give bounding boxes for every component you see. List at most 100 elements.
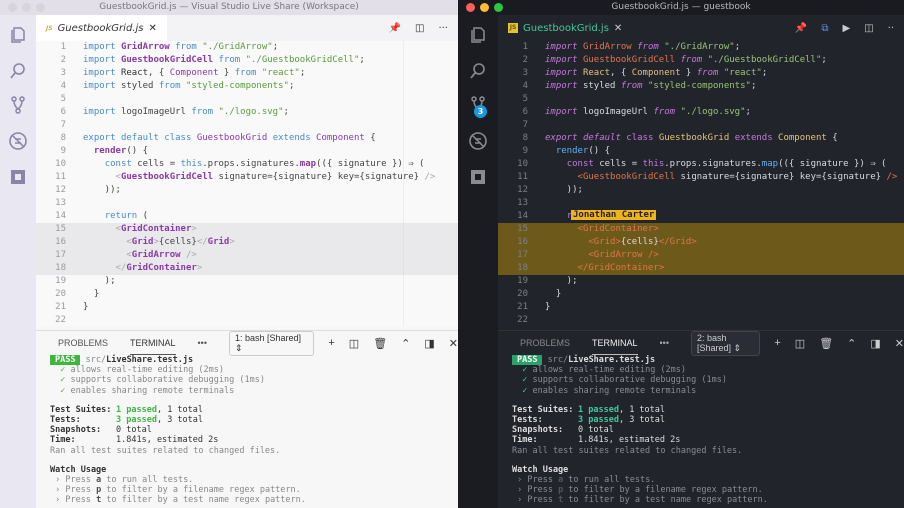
files-icon[interactable] [8,25,28,45]
code-line[interactable]: 9 render() { [498,145,904,158]
code-line[interactable]: 1 import GridArrow from "./GridArrow"; [498,41,904,54]
split-editor-icon[interactable]: ◫ [864,23,873,34]
code-line[interactable]: 16 <Grid>{cells}</Grid> [36,236,458,249]
trash-icon[interactable]: 🗑 [819,337,833,350]
code-line[interactable]: 10 const cells = this.props.signatures.m… [498,158,904,171]
code-line[interactable]: 7 [36,119,458,132]
plus-icon[interactable]: + [328,337,334,350]
code-line[interactable]: 5 [36,93,458,106]
close-tab-icon[interactable]: ✕ [148,23,156,34]
minimize-window-button[interactable] [22,3,31,12]
code-line[interactable]: 1 import GridArrow from "./GridArrow"; [36,41,458,54]
maximize-panel-icon[interactable]: ⌃ [847,337,856,350]
tab-terminal[interactable]: TERMINAL [130,331,176,355]
code-line[interactable]: 5 [498,93,904,106]
debug-icon[interactable] [8,131,28,151]
code-line[interactable]: 20 } [498,288,904,301]
code-line[interactable]: 3 import React, { Component } from "react… [498,67,904,80]
code-line[interactable]: 2 import GuestbookGridCell from "./Guestb… [36,54,458,67]
search-icon[interactable] [8,61,28,81]
code-line[interactable]: 20 } [36,288,458,301]
code-line[interactable]: 2 import GuestbookGridCell from "./Guestb… [498,54,904,67]
code-line[interactable]: 3 import React, { Component } from "react… [36,67,458,80]
tab-problems[interactable]: PROBLEMS [520,331,570,355]
code-line[interactable]: 4 import styled from "styled-components"; [498,80,904,93]
terminal-select[interactable]: 1: bash [Shared] ⇕ [228,330,315,356]
code-line[interactable]: 14 return ( [498,210,904,223]
panel-toggle-icon[interactable]: ◨ [870,337,880,350]
close-window-button[interactable] [466,3,475,12]
close-window-button[interactable] [8,3,17,12]
code-line[interactable]: 22 [498,314,904,326]
pin-icon[interactable]: 📌 [389,23,401,34]
code-line[interactable]: 7 [498,119,904,132]
code-line[interactable]: 6 import logoImageUrl from "./logo.svg"; [498,106,904,119]
more-icon[interactable]: ··· [438,23,448,34]
code-line[interactable]: 21} [36,301,458,314]
terminal-output[interactable]: PASS src/LiveShare.test.js ✓ allows real… [498,355,904,506]
tab-terminal[interactable]: TERMINAL [592,331,638,355]
split-terminal-icon[interactable]: ◫ [349,337,359,350]
code-line[interactable]: 8 export default class GuestbookGrid exte… [36,132,458,145]
code-line[interactable]: 12 )); [498,184,904,197]
line-number: 20 [55,289,66,299]
code-line[interactable]: 18 </GridContainer> [498,262,904,275]
code-line[interactable]: 11 <GuestbookGridCell signature={signatu… [498,171,904,184]
code-line[interactable]: 12 )); [36,184,458,197]
close-tab-icon[interactable]: ✕ [614,23,622,34]
code-line[interactable]: 13 [36,197,458,210]
code-line[interactable]: 4 import styled from "styled-components"; [36,80,458,93]
code-line[interactable]: 15 <GridContainer> [498,223,904,236]
code-line[interactable]: 13 [498,197,904,210]
close-icon[interactable]: ✕ [449,337,458,350]
extensions-icon[interactable] [8,167,28,187]
panel-toggle-icon[interactable]: ◨ [424,337,434,350]
code-line[interactable]: 16 <Grid>{cells}</Grid> [498,236,904,249]
trash-icon[interactable]: 🗑 [373,337,387,350]
files-icon[interactable] [468,25,488,45]
maximize-window-button[interactable] [494,3,503,12]
code-line[interactable]: 17 <GridArrow /> [36,249,458,262]
code-line[interactable]: 19 ); [498,275,904,288]
code-line[interactable]: 10 const cells = this.props.signatures.m… [36,158,458,171]
code-line[interactable]: 11 <GuestbookGridCell signature={signatu… [36,171,458,184]
maximize-window-button[interactable] [36,3,45,12]
code-line[interactable]: 6 import logoImageUrl from "./logo.svg"; [36,106,458,119]
more-icon[interactable]: ••• [660,338,669,348]
close-icon[interactable]: ✕ [895,337,904,350]
line-number: 21 [517,302,528,312]
tab-label: GuestbookGrid.js [523,22,609,34]
code-line[interactable]: 17 <GridArrow /> [498,249,904,262]
tab-guestbookgrid[interactable]: JS GuestbookGrid.js ✕ [36,15,167,41]
run-icon[interactable]: ▶ [842,23,850,34]
live-share-icon[interactable]: ⧉ [821,23,828,34]
code-line[interactable]: 22 [36,314,458,326]
terminal-select[interactable]: 2: bash [Shared] ⇕ [690,330,761,356]
code-line[interactable]: 14 return ( [36,210,458,223]
code-editor[interactable]: 1 import GridArrow from "./GridArrow"; 2 im… [36,41,458,326]
code-line[interactable]: 15 <GridContainer> [36,223,458,236]
more-icon[interactable]: ••• [198,338,207,348]
source-control-icon[interactable] [8,95,28,115]
code-line[interactable]: 21} [498,301,904,314]
terminal-output[interactable]: PASS src/LiveShare.test.js ✓ allows real… [36,355,458,506]
maximize-panel-icon[interactable]: ⌃ [401,337,410,350]
tab-problems[interactable]: PROBLEMS [58,331,108,355]
code-line[interactable]: 18 </GridContainer> [36,262,458,275]
debug-icon[interactable] [468,131,488,151]
test-result: ✓ supports collaborative debugging (1ms) [522,375,727,386]
code-line[interactable]: 9 render() { [36,145,458,158]
more-icon[interactable]: ·· [888,23,894,34]
plus-icon[interactable]: + [774,337,780,350]
minimize-window-button[interactable] [480,3,489,12]
split-terminal-icon[interactable]: ◫ [795,337,805,350]
code-line[interactable]: 8 export default class GuestbookGrid exte… [498,132,904,145]
search-icon[interactable] [468,61,488,81]
code-editor[interactable]: 1 import GridArrow from "./GridArrow"; 2 im… [498,41,904,326]
tab-guestbookgrid[interactable]: JS GuestbookGrid.js ✕ [498,15,633,41]
extensions-icon[interactable] [468,167,488,187]
line-number: 13 [517,198,528,208]
code-line[interactable]: 19 ); [36,275,458,288]
split-editor-icon[interactable]: ◫ [415,23,424,34]
pin-icon[interactable]: 📌 [795,23,807,34]
